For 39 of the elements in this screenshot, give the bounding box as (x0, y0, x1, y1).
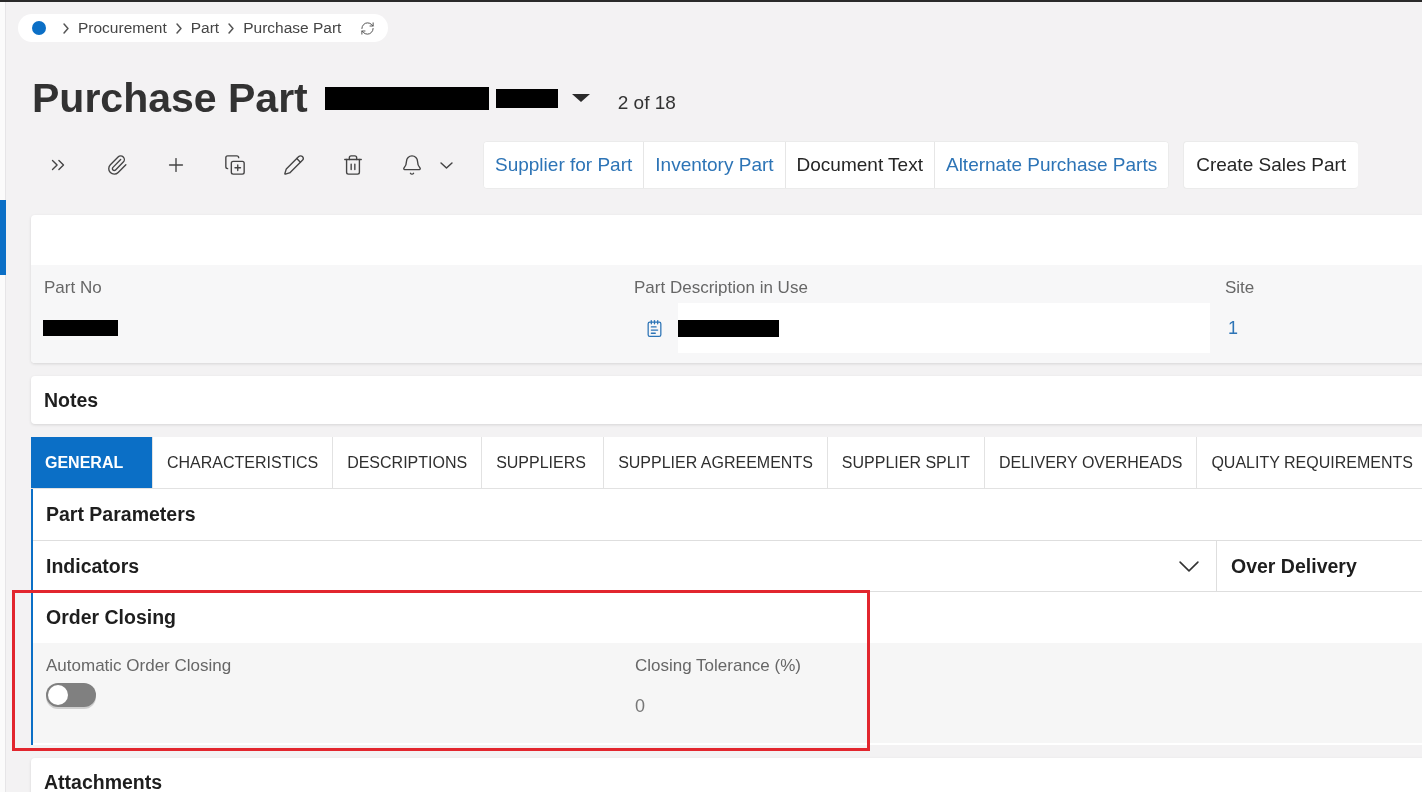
trash-icon (341, 154, 364, 176)
command-button[interactable]: Supplier for Part (484, 142, 645, 188)
site-link[interactable]: 1 (1228, 317, 1238, 339)
command-button[interactable]: Create Sales Part (1183, 141, 1359, 189)
tab[interactable]: GENERAL (31, 437, 153, 488)
attachments-card[interactable]: Attachments (31, 758, 1422, 792)
field-label: Part No (44, 278, 103, 297)
notes-title: Notes (44, 388, 99, 412)
field-value: 0 (635, 695, 645, 717)
note-icon[interactable] (645, 318, 664, 338)
chevron-down-icon (440, 161, 453, 169)
field-label: Part Description in Use (634, 278, 809, 297)
group-title: Order Closing (46, 606, 177, 629)
record-position: 2 of 18 (617, 92, 676, 114)
copy-plus-icon (223, 154, 246, 176)
toggle-switch[interactable] (46, 683, 96, 707)
page-title: Purchase Part (32, 74, 308, 122)
record-dropdown-button[interactable] (571, 94, 590, 102)
chevron-right-icon (175, 22, 182, 34)
pencil-icon (282, 154, 305, 176)
group-title: Over Delivery (1231, 554, 1357, 578)
refresh-icon[interactable] (360, 20, 376, 36)
paperclip-icon (105, 154, 128, 176)
description-field[interactable] (678, 303, 1210, 353)
attachments-title: Attachments (44, 771, 163, 792)
group-title: Indicators (46, 554, 140, 578)
chevron-right-icon (228, 22, 235, 34)
dot-icon[interactable] (32, 21, 46, 35)
breadcrumb-link[interactable]: Part (190, 19, 220, 37)
group-title: Part Parameters (46, 503, 196, 526)
field-label: Closing Tolerance (%) (635, 656, 802, 675)
chevron-right-icon (63, 22, 69, 34)
bell-icon (401, 154, 423, 176)
field-label: Automatic Order Closing (46, 656, 233, 675)
notes-card[interactable]: Notes (31, 376, 1422, 424)
field-label: Site (1225, 278, 1256, 297)
breadcrumb-link[interactable]: Purchase Part (243, 19, 342, 37)
breadcrumb-link[interactable]: Procurement (78, 19, 167, 37)
caret-icon (571, 94, 590, 102)
